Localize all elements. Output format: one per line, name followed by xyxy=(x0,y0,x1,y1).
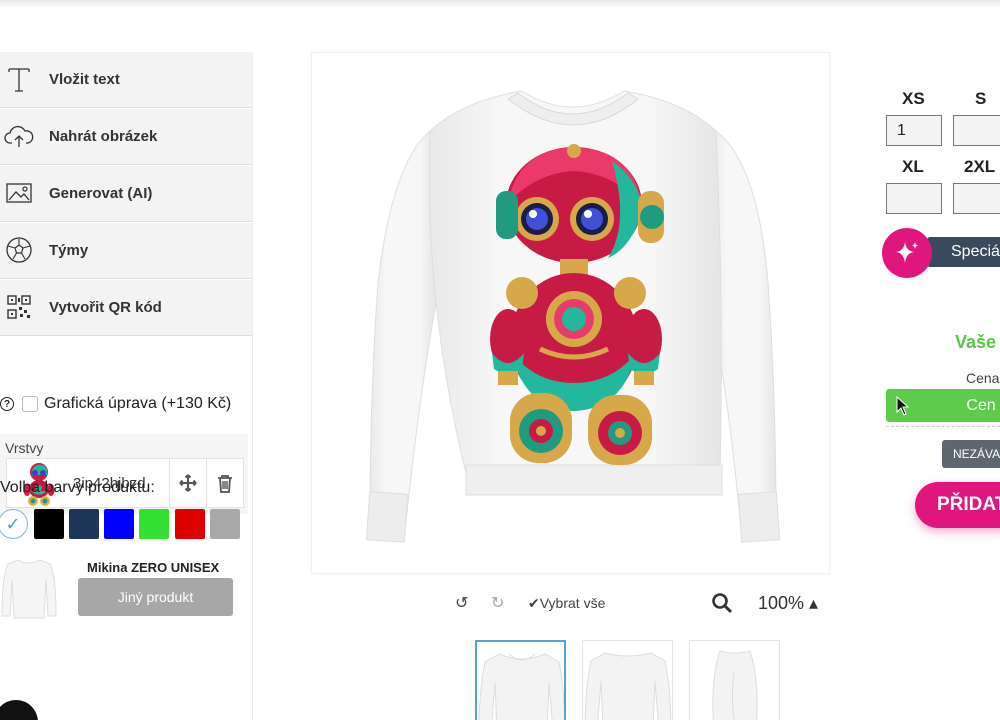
cloud-upload-icon xyxy=(4,121,34,151)
size-label-xl: XL xyxy=(902,157,924,176)
tool-qr-code[interactable]: Vytvořit QR kód xyxy=(0,280,252,336)
tool-insert-text[interactable]: Vložit text xyxy=(0,52,252,108)
your-price-heading: Vaše xyxy=(955,332,997,352)
color-picker-title: Volba barvy produktu: xyxy=(0,479,155,496)
price-button-label: Cen xyxy=(966,396,996,414)
size-quantity-2xl[interactable] xyxy=(953,183,1000,214)
product-preview xyxy=(311,52,830,574)
delete-layer-button[interactable] xyxy=(206,459,243,507)
color-swatch-red[interactable] xyxy=(175,509,205,539)
image-icon xyxy=(4,178,34,208)
text-icon xyxy=(4,64,34,94)
sparkle-button[interactable] xyxy=(882,228,932,278)
price-label: Cena xyxy=(966,370,1000,386)
zoom-level-select[interactable]: 100% ▴ xyxy=(758,590,818,616)
size-label-s: S xyxy=(975,89,987,108)
mouse-cursor-icon xyxy=(896,396,910,416)
layers-panel: Vrstvy 3ip42hjbzd xyxy=(0,434,248,514)
graphic-edit-checkbox[interactable] xyxy=(22,396,38,412)
move-icon xyxy=(179,474,197,492)
graphic-edit-option: ? Grafická úprava (+130 Kč) xyxy=(0,392,231,416)
redo-button[interactable]: ↻ xyxy=(491,590,504,616)
size-quantity-xs[interactable] xyxy=(886,115,942,146)
select-all-button[interactable]: ✔Vybrat vše xyxy=(528,590,605,616)
move-layer-button[interactable] xyxy=(169,459,206,507)
view-side[interactable] xyxy=(689,640,780,720)
size-label-2xl: 2XL xyxy=(964,157,996,176)
color-swatch-green[interactable] xyxy=(139,509,169,539)
size-quantity-s[interactable] xyxy=(953,115,1000,146)
trash-icon xyxy=(218,474,232,493)
tool-label: Nahrát obrázek xyxy=(49,128,158,145)
tool-label: Generovat (AI) xyxy=(49,185,153,202)
size-quantity-xl[interactable] xyxy=(886,183,942,214)
view-back[interactable] xyxy=(582,640,673,720)
zoom-button[interactable] xyxy=(711,590,733,616)
sparkle-icon xyxy=(896,242,918,263)
product-name: Mikina ZERO UNISEX xyxy=(87,560,220,575)
add-to-cart-label: PŘIDAT xyxy=(937,494,1000,515)
nezavazna-button[interactable]: NEZÁVA xyxy=(942,440,1000,468)
soccer-ball-icon xyxy=(4,235,34,265)
nezavazna-label: NEZÁVA xyxy=(953,447,1000,461)
color-swatch-black[interactable] xyxy=(34,509,64,539)
color-swatch-blue[interactable] xyxy=(104,509,134,539)
color-swatch-grey[interactable] xyxy=(210,509,240,539)
tool-label: Vytvořit QR kód xyxy=(49,299,162,316)
other-product-button[interactable]: Jiný produkt xyxy=(78,578,233,616)
help-icon[interactable]: ? xyxy=(0,397,14,411)
add-to-cart-button[interactable]: PŘIDAT xyxy=(915,482,1000,528)
view-side-thumbnail xyxy=(712,650,758,720)
special-label: Speciá xyxy=(951,243,1000,260)
size-label-xs: XS xyxy=(902,89,925,108)
view-back-thumbnail xyxy=(584,652,672,720)
layers-title: Vrstvy xyxy=(5,440,44,456)
search-icon xyxy=(712,593,733,614)
divider xyxy=(886,426,1000,427)
tool-upload-image[interactable]: Nahrát obrázek xyxy=(0,109,252,165)
view-front[interactable] xyxy=(475,640,566,720)
color-swatch-navy[interactable] xyxy=(69,509,99,539)
product-thumbnail[interactable] xyxy=(0,556,58,622)
special-button[interactable]: Speciá xyxy=(927,237,1000,267)
graphic-edit-label: Grafická úprava (+130 Kč) xyxy=(44,395,232,412)
tool-label: Vložit text xyxy=(49,71,120,88)
view-front-thumbnail xyxy=(478,653,564,720)
checkmark-icon: ✓ xyxy=(5,513,21,534)
sweatshirt-mockup xyxy=(365,90,781,543)
top-bar xyxy=(0,0,1000,8)
tool-generate-ai[interactable]: Generovat (AI) xyxy=(0,166,252,222)
tool-label: Týmy xyxy=(49,242,89,259)
tool-teams[interactable]: Týmy xyxy=(0,223,252,279)
qr-code-icon xyxy=(4,292,34,322)
undo-button[interactable]: ↺ xyxy=(455,590,468,616)
